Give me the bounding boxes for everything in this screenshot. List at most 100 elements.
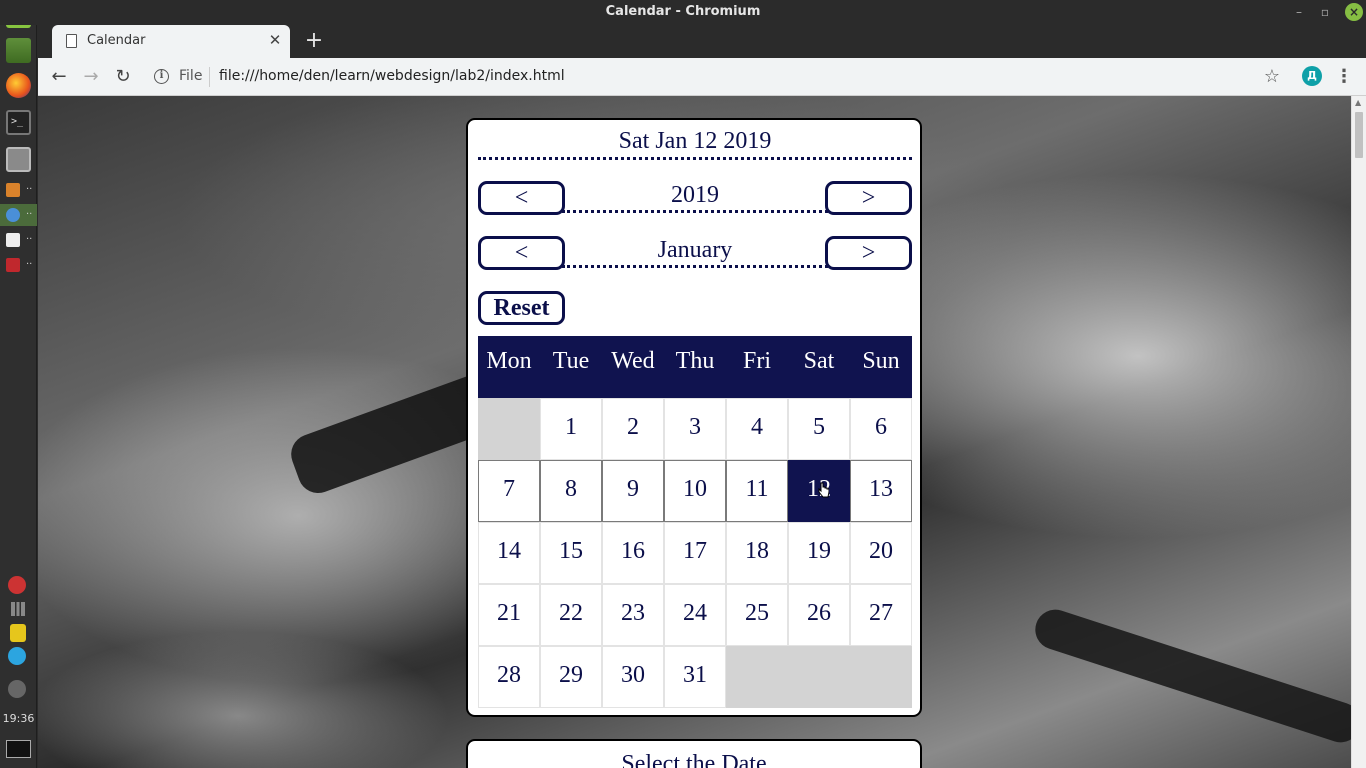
day-cell[interactable]: 13	[850, 460, 912, 522]
site-info-icon[interactable]: i	[154, 69, 169, 84]
day-cell[interactable]: 11	[726, 460, 788, 522]
help-icon[interactable]	[8, 680, 26, 698]
terminal-icon[interactable]: >_	[6, 110, 31, 135]
day-cell[interactable]: 29	[540, 646, 602, 708]
day-cell[interactable]: 14	[478, 522, 540, 584]
day-cell[interactable]: 18	[726, 522, 788, 584]
day-cell[interactable]: 8	[540, 460, 602, 522]
page-scrollbar[interactable]: ▲	[1351, 96, 1366, 768]
day-cell[interactable]: 2	[602, 398, 664, 460]
day-cell[interactable]: 19	[788, 522, 850, 584]
tab-title: Calendar	[87, 33, 146, 48]
more-menu-icon[interactable]: ⋮	[1334, 65, 1354, 89]
weekday-mon: Mon	[486, 348, 532, 374]
new-tab-icon[interactable]: +	[303, 30, 325, 52]
background-image	[1030, 604, 1366, 748]
drive-icon[interactable]	[6, 147, 31, 172]
day-cell[interactable]: 28	[478, 646, 540, 708]
network-icon[interactable]	[11, 602, 25, 616]
show-desktop-icon[interactable]	[6, 740, 31, 758]
scheme-label[interactable]: File	[179, 68, 202, 84]
weekday-tue: Tue	[552, 348, 590, 374]
scroll-up-icon[interactable]: ▲	[1355, 98, 1361, 107]
scroll-thumb[interactable]	[1355, 112, 1363, 158]
back-icon[interactable]: ←	[47, 65, 71, 89]
empty-day-cell	[850, 646, 912, 708]
day-cell[interactable]: 21	[478, 584, 540, 646]
current-date: Sat Jan 12 2019	[478, 128, 912, 160]
taskbar-window-3[interactable]: ..	[0, 229, 37, 251]
profile-avatar[interactable]: Д	[1302, 66, 1322, 86]
bookmark-star-icon[interactable]: ☆	[1260, 65, 1284, 89]
year-label: 2019	[671, 182, 719, 208]
day-cell[interactable]: 26	[788, 584, 850, 646]
day-cell[interactable]: 10	[664, 460, 726, 522]
day-cell[interactable]: 5	[788, 398, 850, 460]
address-toolbar: ← → ↻ i File file:///home/den/learn/webd…	[38, 58, 1366, 96]
day-cell[interactable]: 3	[664, 398, 726, 460]
close-window-icon[interactable]: ×	[1345, 3, 1363, 21]
empty-day-cell	[726, 646, 788, 708]
weekday-fri: Fri	[742, 348, 771, 374]
day-cell[interactable]: 24	[664, 584, 726, 646]
taskbar-window-1[interactable]: ..	[0, 179, 37, 201]
day-cell[interactable]: 23	[602, 584, 664, 646]
minimize-icon[interactable]: –	[1290, 3, 1308, 21]
file-manager-icon[interactable]	[6, 38, 31, 63]
day-cell[interactable]: 20	[850, 522, 912, 584]
text-editor-icon	[6, 233, 20, 247]
tab-calendar[interactable]: Calendar ✕	[52, 25, 290, 58]
day-cell[interactable]: 9	[602, 460, 664, 522]
url-divider	[209, 67, 210, 87]
month-label: January	[657, 237, 733, 263]
day-cell[interactable]: 17	[664, 522, 726, 584]
next-year-button[interactable]: >	[825, 181, 912, 215]
select-date-title: Select the Date	[621, 751, 767, 768]
hand-cursor-icon	[818, 482, 829, 498]
firefox-icon[interactable]	[6, 73, 31, 98]
window-label: ..	[26, 206, 33, 217]
title-bar: Calendar - Chromium – ▫ ×	[0, 0, 1366, 25]
year-nav: 2019 < >	[478, 181, 912, 215]
day-cell[interactable]: 31	[664, 646, 726, 708]
telegram-icon[interactable]	[8, 647, 26, 665]
forward-icon[interactable]: →	[79, 65, 103, 89]
browser-window: Calendar - Chromium – ▫ × Calendar ✕ + ←…	[0, 0, 1366, 768]
day-cell[interactable]: 1	[540, 398, 602, 460]
taskbar-window-4[interactable]: ..	[0, 254, 37, 276]
window-label: ..	[26, 181, 33, 192]
clock[interactable]: 19:36	[0, 712, 37, 725]
day-cell[interactable]: 27	[850, 584, 912, 646]
reset-button[interactable]: Reset	[478, 291, 565, 325]
next-month-button[interactable]: >	[825, 236, 912, 270]
page-viewport: Sat Jan 12 2019 2019 < > January < > Res…	[38, 96, 1366, 768]
close-tab-icon[interactable]: ✕	[266, 31, 284, 49]
taskbar: m >_ .. .. .. .. 19:36	[0, 0, 37, 768]
dotted-divider	[562, 210, 828, 213]
address-bar[interactable]: file:///home/den/learn/webdesign/lab2/in…	[219, 68, 565, 84]
reload-icon[interactable]: ↻	[111, 65, 135, 89]
day-cell[interactable]: 22	[540, 584, 602, 646]
day-cell[interactable]: 4	[726, 398, 788, 460]
page-icon	[66, 34, 77, 48]
update-manager-icon[interactable]	[8, 576, 26, 594]
day-cell[interactable]: 25	[726, 584, 788, 646]
weekday-sat: Sat	[803, 348, 835, 374]
app-icon	[6, 183, 20, 197]
day-cell[interactable]: 16	[602, 522, 664, 584]
calendar-week: 7 8 9 10 11 12 13	[478, 460, 912, 522]
day-cell[interactable]: 15	[540, 522, 602, 584]
maximize-icon[interactable]: ▫	[1316, 3, 1334, 21]
weekday-thu: Thu	[675, 348, 715, 374]
window-label: ..	[26, 231, 33, 242]
day-cell[interactable]: 30	[602, 646, 664, 708]
weekday-sun: Sun	[862, 348, 900, 374]
day-cell[interactable]: 7	[478, 460, 540, 522]
prev-month-button[interactable]: <	[478, 236, 565, 270]
window-label: ..	[26, 256, 33, 267]
prev-year-button[interactable]: <	[478, 181, 565, 215]
taskbar-window-chromium[interactable]: ..	[0, 204, 37, 226]
camera-icon[interactable]	[10, 624, 26, 642]
empty-day-cell	[788, 646, 850, 708]
day-cell[interactable]: 6	[850, 398, 912, 460]
